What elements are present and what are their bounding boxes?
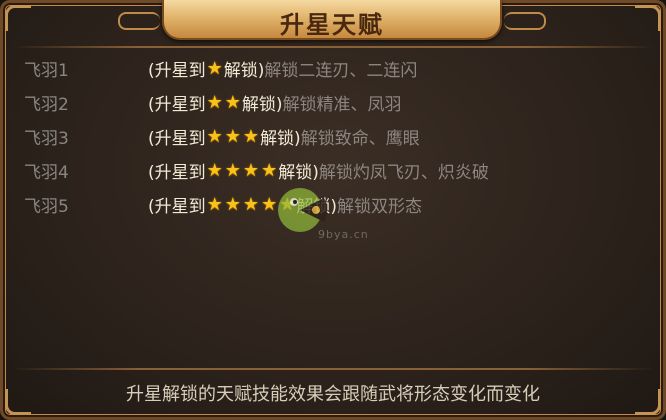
star-icon: ★ <box>224 125 241 147</box>
talent-unlock-text: 解锁灼凤飞刃、炽炎破 <box>318 163 489 183</box>
panel-title: 升星天赋 <box>280 11 384 39</box>
star-icon: ★ <box>224 159 241 181</box>
top-divider <box>12 46 654 48</box>
bottom-divider <box>12 368 654 370</box>
star-icon: ★ <box>206 91 223 113</box>
talent-row-1: 飞羽1 (升星到 ★ 解锁) 解锁二连刃、二连闪 <box>0 52 666 82</box>
requirement-suffix: 解锁) <box>241 95 283 115</box>
talent-row-3: 飞羽3 (升星到 ★ ★ ★ 解锁) 解锁致命、鹰眼 <box>0 120 666 150</box>
star-rating: ★ ★ ★ <box>206 127 260 147</box>
star-rating: ★ ★ ★ ★ <box>206 161 279 181</box>
star-icon: ★ <box>224 193 241 215</box>
star-icon: ★ <box>206 57 223 79</box>
talent-unlock-text: 解锁精准、凤羽 <box>282 95 402 115</box>
talent-requirement: (升星到 ★ 解锁) 解锁二连刃、二连闪 <box>148 56 417 81</box>
talent-unlock-text: 解锁二连刃、二连闪 <box>264 61 418 81</box>
star-icon: ★ <box>206 125 223 147</box>
watermark-text: 9bya.cn <box>318 228 369 241</box>
talent-name: 飞羽4 <box>24 163 69 183</box>
talent-requirement: (升星到 ★ ★ ★ 解锁) 解锁致命、鹰眼 <box>148 124 420 149</box>
requirement-prefix: (升星到 <box>148 95 206 115</box>
talent-name: 飞羽1 <box>24 61 69 81</box>
talent-row-5: 飞羽5 (升星到 ★★★★★ 解锁) 解锁双形态 <box>0 188 666 218</box>
frame-corner-top-left <box>5 5 31 31</box>
star-rating: ★ ★ <box>206 93 242 113</box>
requirement-prefix: (升星到 <box>148 61 206 81</box>
talent-requirement: (升星到 ★ ★ 解锁) 解锁精准、凤羽 <box>148 90 402 115</box>
star-icon: ★ <box>242 193 260 215</box>
requirement-prefix: (升星到 <box>148 163 206 183</box>
requirement-suffix: 解锁) <box>260 129 301 149</box>
frame-corner-top-right <box>635 5 661 31</box>
talent-unlock-text: 解锁致命、鹰眼 <box>300 129 420 149</box>
talent-row-2: 飞羽2 (升星到 ★ ★ 解锁) 解锁精准、凤羽 <box>0 86 666 116</box>
requirement-prefix: (升星到 <box>148 197 206 217</box>
star-rating: ★ <box>206 59 224 79</box>
talent-name: 飞羽3 <box>24 129 69 149</box>
talent-row-4: 飞羽4 (升星到 ★ ★ ★ ★ 解锁) 解锁灼凤飞刃、炽炎破 <box>0 154 666 184</box>
title-plate: 升星天赋 <box>118 0 546 40</box>
talent-unlock-text: 解锁双形态 <box>336 197 422 217</box>
talent-name: 飞羽2 <box>24 95 69 115</box>
star-icon: ★ <box>206 193 223 215</box>
star-icon: ★ <box>242 159 260 181</box>
requirement-prefix: (升星到 <box>148 129 206 149</box>
star-icon: ★ <box>261 159 278 181</box>
star-icon: ★ <box>242 125 260 147</box>
footer-note: 升星解锁的天赋技能效果会跟随武将形态变化而变化 <box>126 384 540 405</box>
talent-name: 飞羽5 <box>24 197 69 217</box>
star-icon: ★ <box>224 91 241 113</box>
requirement-suffix: 解锁) <box>223 61 265 81</box>
star-icon: ★ <box>206 159 223 181</box>
